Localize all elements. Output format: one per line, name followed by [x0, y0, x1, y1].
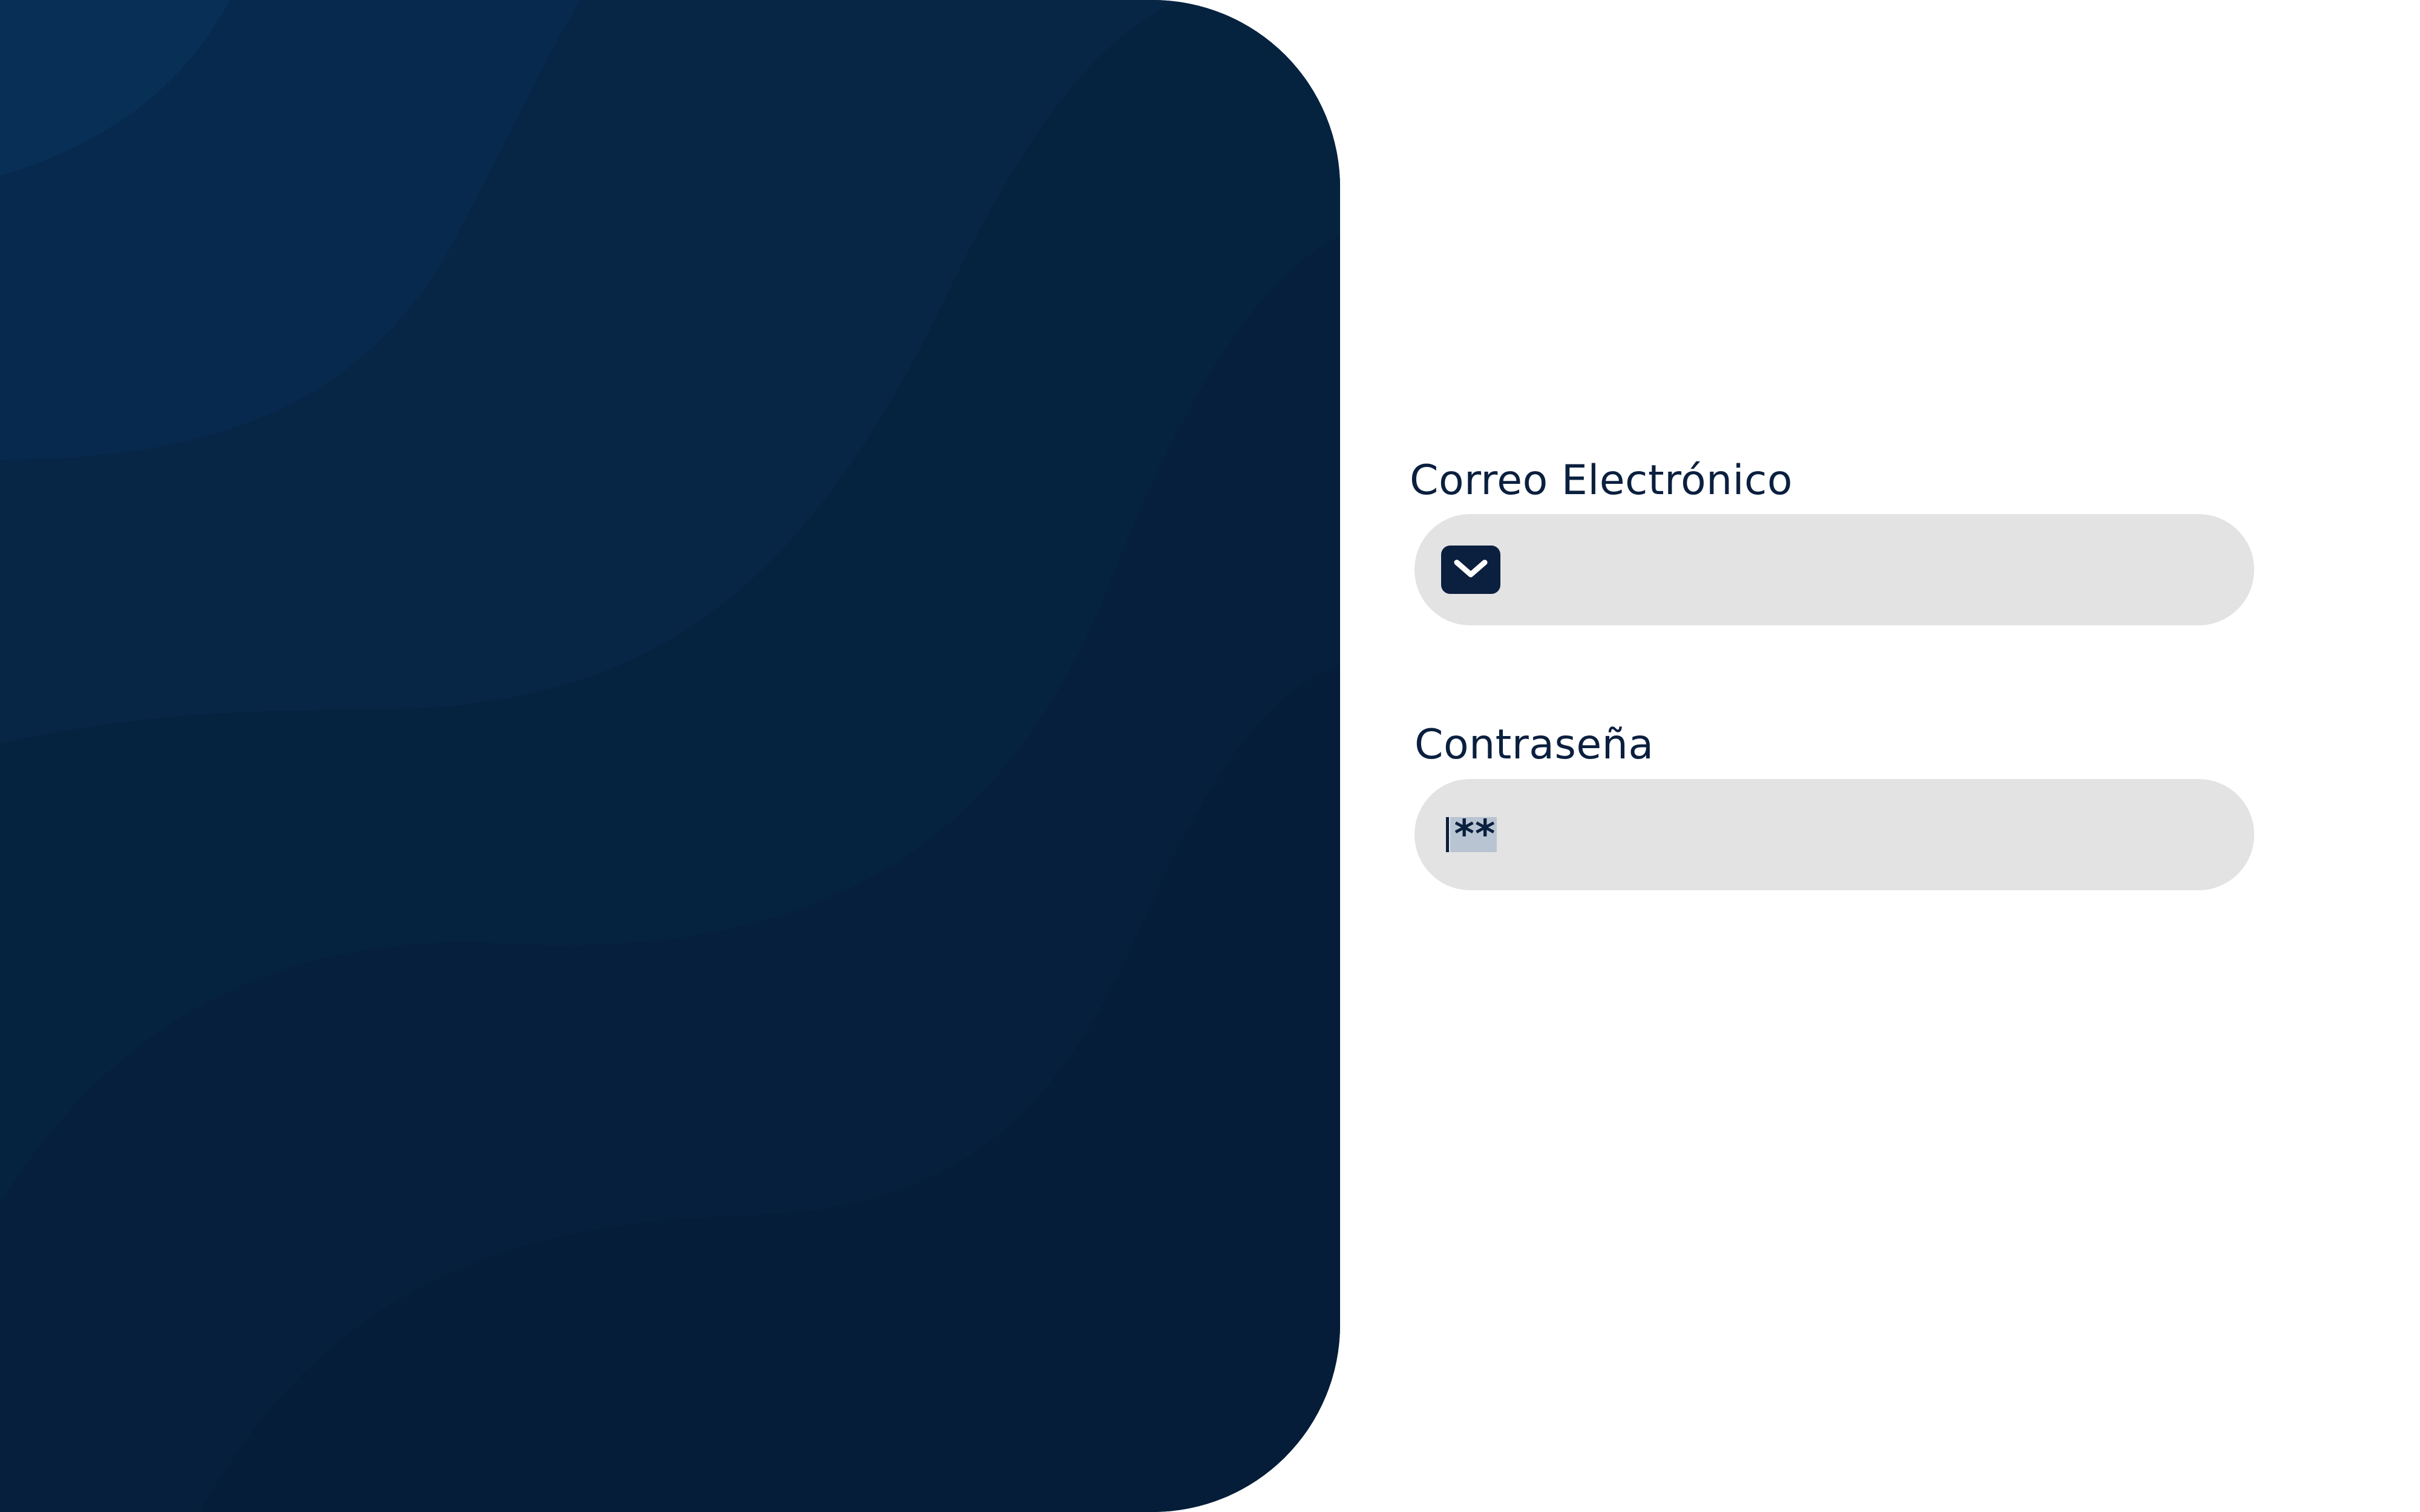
mail-icon — [1441, 546, 1500, 594]
email-field[interactable] — [1414, 514, 2254, 625]
text-caret — [1446, 817, 1449, 852]
login-screen: Correo Electrónico Contraseña ** — [0, 0, 2420, 1512]
email-label: Correo Electrónico — [1410, 457, 1793, 504]
password-input[interactable]: ** — [1446, 810, 1497, 859]
login-form: Correo Electrónico Contraseña ** — [0, 0, 2420, 1512]
email-input[interactable] — [1535, 514, 2225, 625]
password-label: Contraseña — [1414, 721, 1654, 769]
password-field[interactable]: ** — [1414, 779, 2254, 890]
password-masked-text: ** — [1450, 815, 1497, 854]
